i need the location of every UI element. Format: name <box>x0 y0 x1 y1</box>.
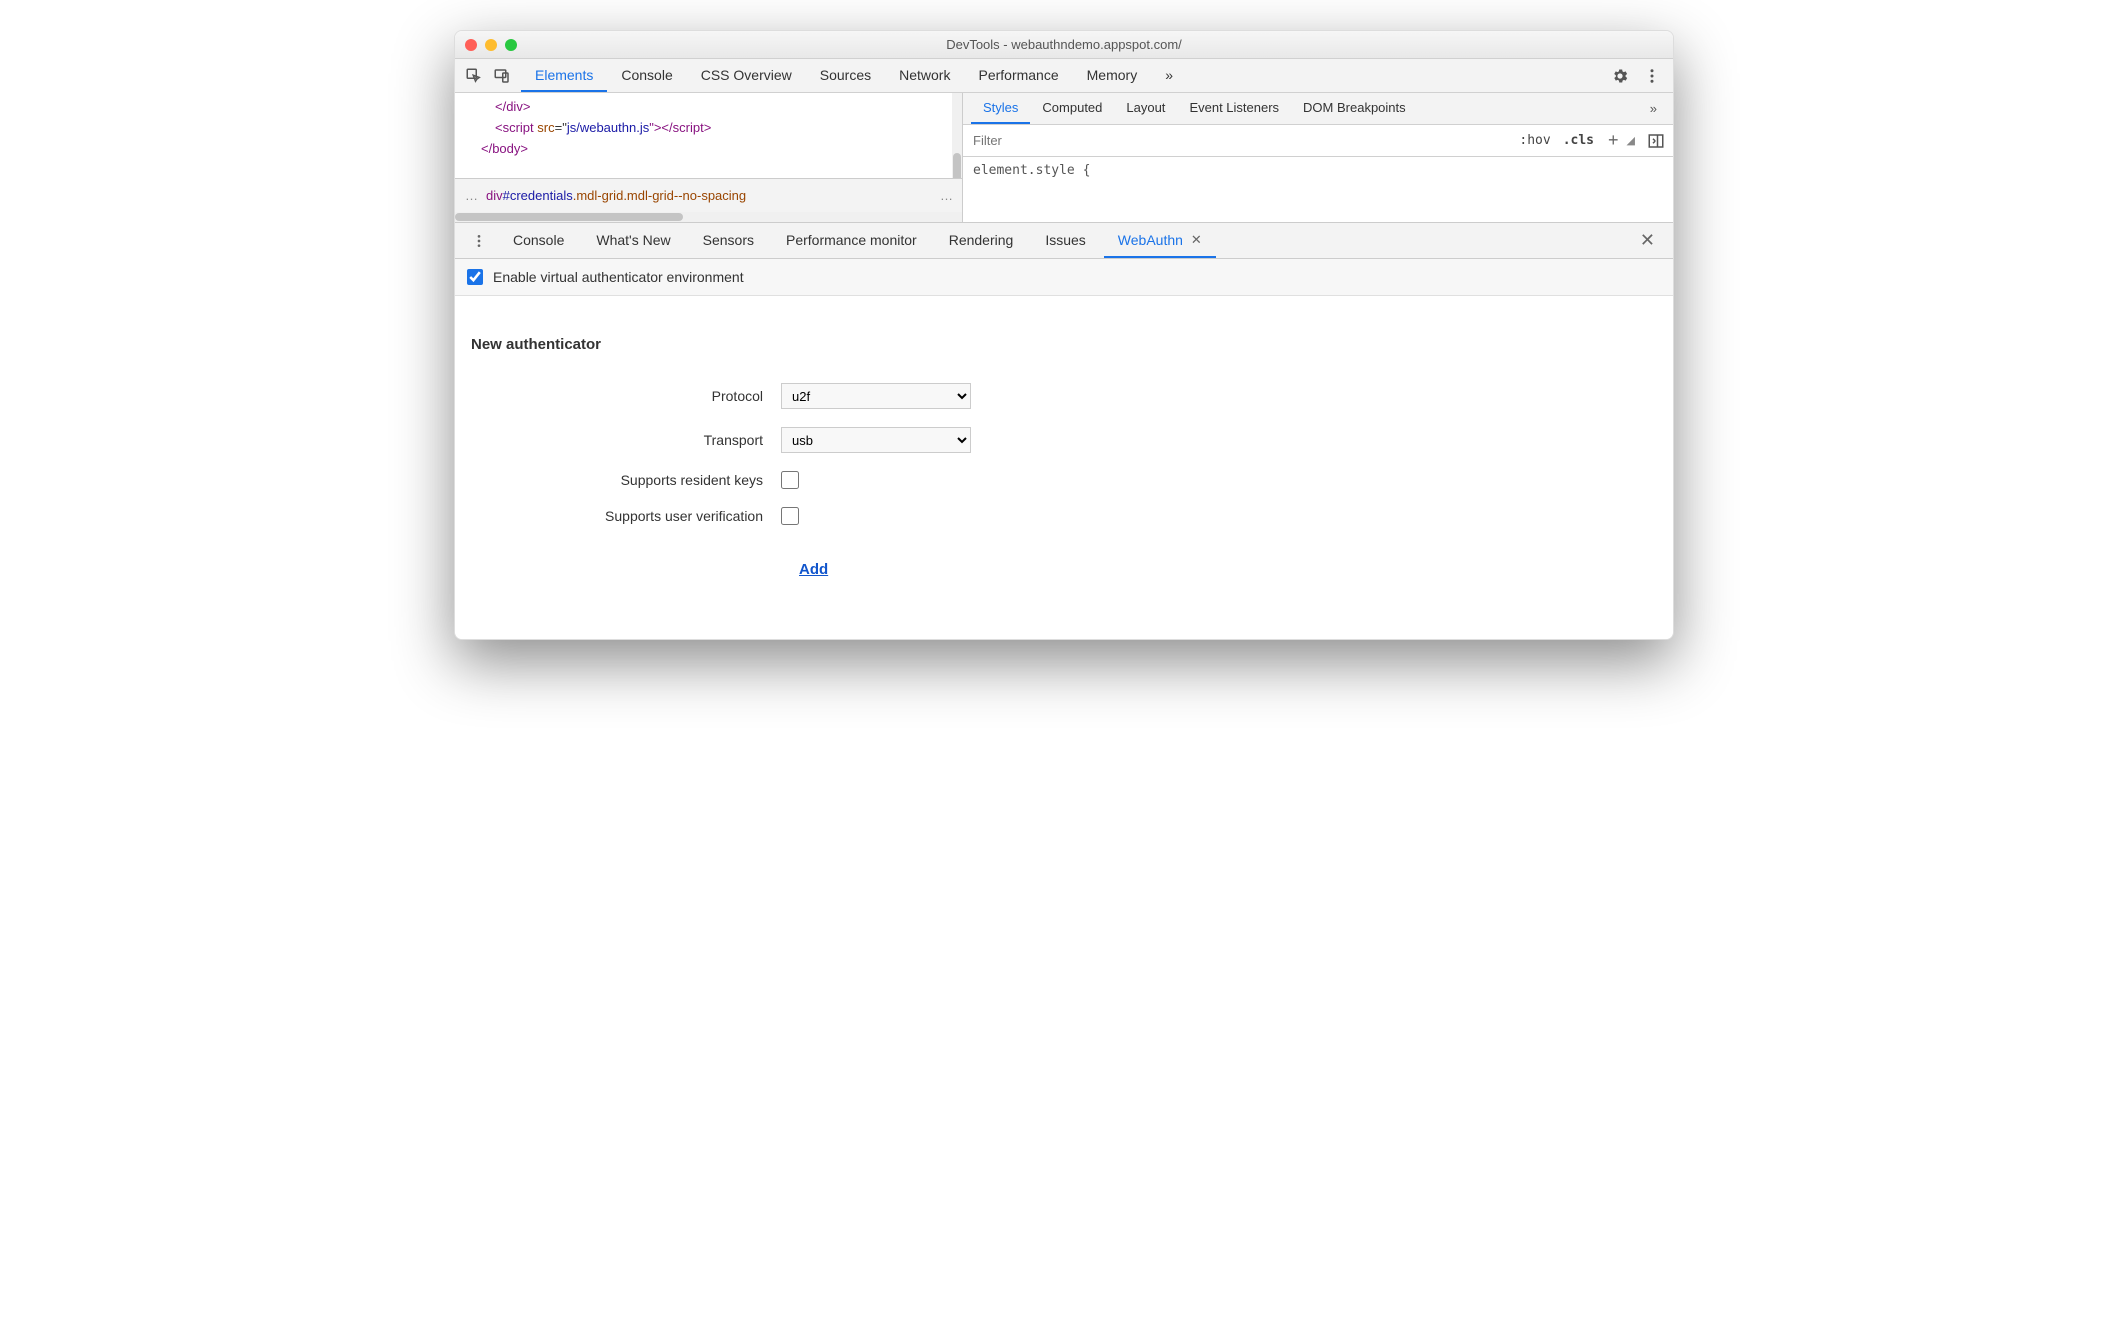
row-protocol: Protocol u2f <box>471 383 1657 409</box>
device-toolbar-icon[interactable] <box>493 67 511 85</box>
tabs-overflow-icon[interactable]: » <box>1151 59 1187 92</box>
dom-tree-pane[interactable]: </div> <script src="js/webauthn.js"></sc… <box>455 93 963 222</box>
protocol-label: Protocol <box>471 388 781 404</box>
cls-toggle[interactable]: .cls <box>1557 133 1600 148</box>
subtab-computed[interactable]: Computed <box>1030 93 1114 124</box>
new-style-rule-icon[interactable]: + <box>1600 130 1627 151</box>
elements-split: </div> <script src="js/webauthn.js"></sc… <box>455 93 1673 223</box>
titlebar: DevTools - webauthndemo.appspot.com/ <box>455 31 1673 59</box>
row-user-verification: Supports user verification <box>471 507 1657 525</box>
drawer-tab-console[interactable]: Console <box>499 223 578 258</box>
subtab-event-listeners[interactable]: Event Listeners <box>1177 93 1291 124</box>
element-style-rule[interactable]: element.style { <box>963 157 1673 184</box>
drawer-menu-icon[interactable] <box>463 233 495 249</box>
breadcrumb[interactable]: … div#credentials.mdl-grid.mdl-grid--no-… <box>455 178 963 212</box>
gear-icon[interactable] <box>1611 67 1629 85</box>
kebab-menu-icon[interactable] <box>1643 67 1661 85</box>
drawer-tab-performance-monitor[interactable]: Performance monitor <box>772 223 931 258</box>
row-transport: Transport usb <box>471 427 1657 453</box>
user-verification-checkbox[interactable] <box>781 507 799 525</box>
row-resident-keys: Supports resident keys <box>471 471 1657 489</box>
scrollbar-horizontal[interactable] <box>455 212 962 222</box>
computed-sidebar-icon[interactable] <box>1647 132 1665 150</box>
styles-subtabs: Styles Computed Layout Event Listeners D… <box>963 93 1673 125</box>
breadcrumb-right-dots[interactable]: … <box>940 188 953 203</box>
transport-select[interactable]: usb <box>781 427 971 453</box>
drawer-tab-whats-new[interactable]: What's New <box>582 223 684 258</box>
drawer-tab-webauthn[interactable]: WebAuthn ✕ <box>1104 223 1216 258</box>
styles-filter-input[interactable] <box>963 133 1513 148</box>
tab-sources[interactable]: Sources <box>806 59 885 92</box>
styles-filter-row: :hov .cls + ◢ <box>963 125 1673 157</box>
protocol-select[interactable]: u2f <box>781 383 971 409</box>
inspect-element-icon[interactable] <box>465 67 483 85</box>
breadcrumb-left-dots[interactable]: … <box>465 188 478 203</box>
drawer-tab-issues[interactable]: Issues <box>1031 223 1099 258</box>
close-tab-icon[interactable]: ✕ <box>1191 232 1202 248</box>
new-authenticator-heading: New authenticator <box>471 336 1657 353</box>
tab-console[interactable]: Console <box>607 59 686 92</box>
tab-network[interactable]: Network <box>885 59 964 92</box>
enable-virtual-authenticator-checkbox[interactable] <box>467 269 483 285</box>
enable-bar: Enable virtual authenticator environment <box>455 259 1673 296</box>
subtabs-overflow-icon[interactable]: » <box>1642 101 1665 116</box>
add-authenticator-button[interactable]: Add <box>799 561 828 578</box>
tab-css-overview[interactable]: CSS Overview <box>687 59 806 92</box>
window-title: DevTools - webauthndemo.appspot.com/ <box>455 37 1673 52</box>
resident-keys-label: Supports resident keys <box>471 472 781 488</box>
enable-label: Enable virtual authenticator environment <box>493 269 744 285</box>
devtools-window: DevTools - webauthndemo.appspot.com/ Ele… <box>454 30 1674 640</box>
close-drawer-icon[interactable]: ✕ <box>1630 230 1665 251</box>
code-close-div: </div> <box>495 99 530 114</box>
subtab-styles[interactable]: Styles <box>971 93 1030 124</box>
drawer-tabs: Console What's New Sensors Performance m… <box>455 223 1673 259</box>
tab-elements[interactable]: Elements <box>521 59 607 92</box>
main-tabs: Elements Console CSS Overview Sources Ne… <box>521 59 1187 92</box>
drawer-tab-rendering[interactable]: Rendering <box>935 223 1028 258</box>
subtab-dom-breakpoints[interactable]: DOM Breakpoints <box>1291 93 1418 124</box>
tab-performance[interactable]: Performance <box>964 59 1072 92</box>
user-verification-label: Supports user verification <box>471 508 781 524</box>
subtab-layout[interactable]: Layout <box>1114 93 1177 124</box>
drawer-tab-sensors[interactable]: Sensors <box>689 223 768 258</box>
breadcrumb-item[interactable]: div#credentials.mdl-grid.mdl-grid--no-sp… <box>486 188 746 203</box>
styles-pane: Styles Computed Layout Event Listeners D… <box>963 93 1673 222</box>
corner-icon: ◢ <box>1627 134 1639 147</box>
main-toolbar: Elements Console CSS Overview Sources Ne… <box>455 59 1673 93</box>
tab-memory[interactable]: Memory <box>1073 59 1152 92</box>
webauthn-panel: New authenticator Protocol u2f Transport… <box>455 296 1673 639</box>
hov-toggle[interactable]: :hov <box>1513 133 1556 148</box>
resident-keys-checkbox[interactable] <box>781 471 799 489</box>
transport-label: Transport <box>471 432 781 448</box>
